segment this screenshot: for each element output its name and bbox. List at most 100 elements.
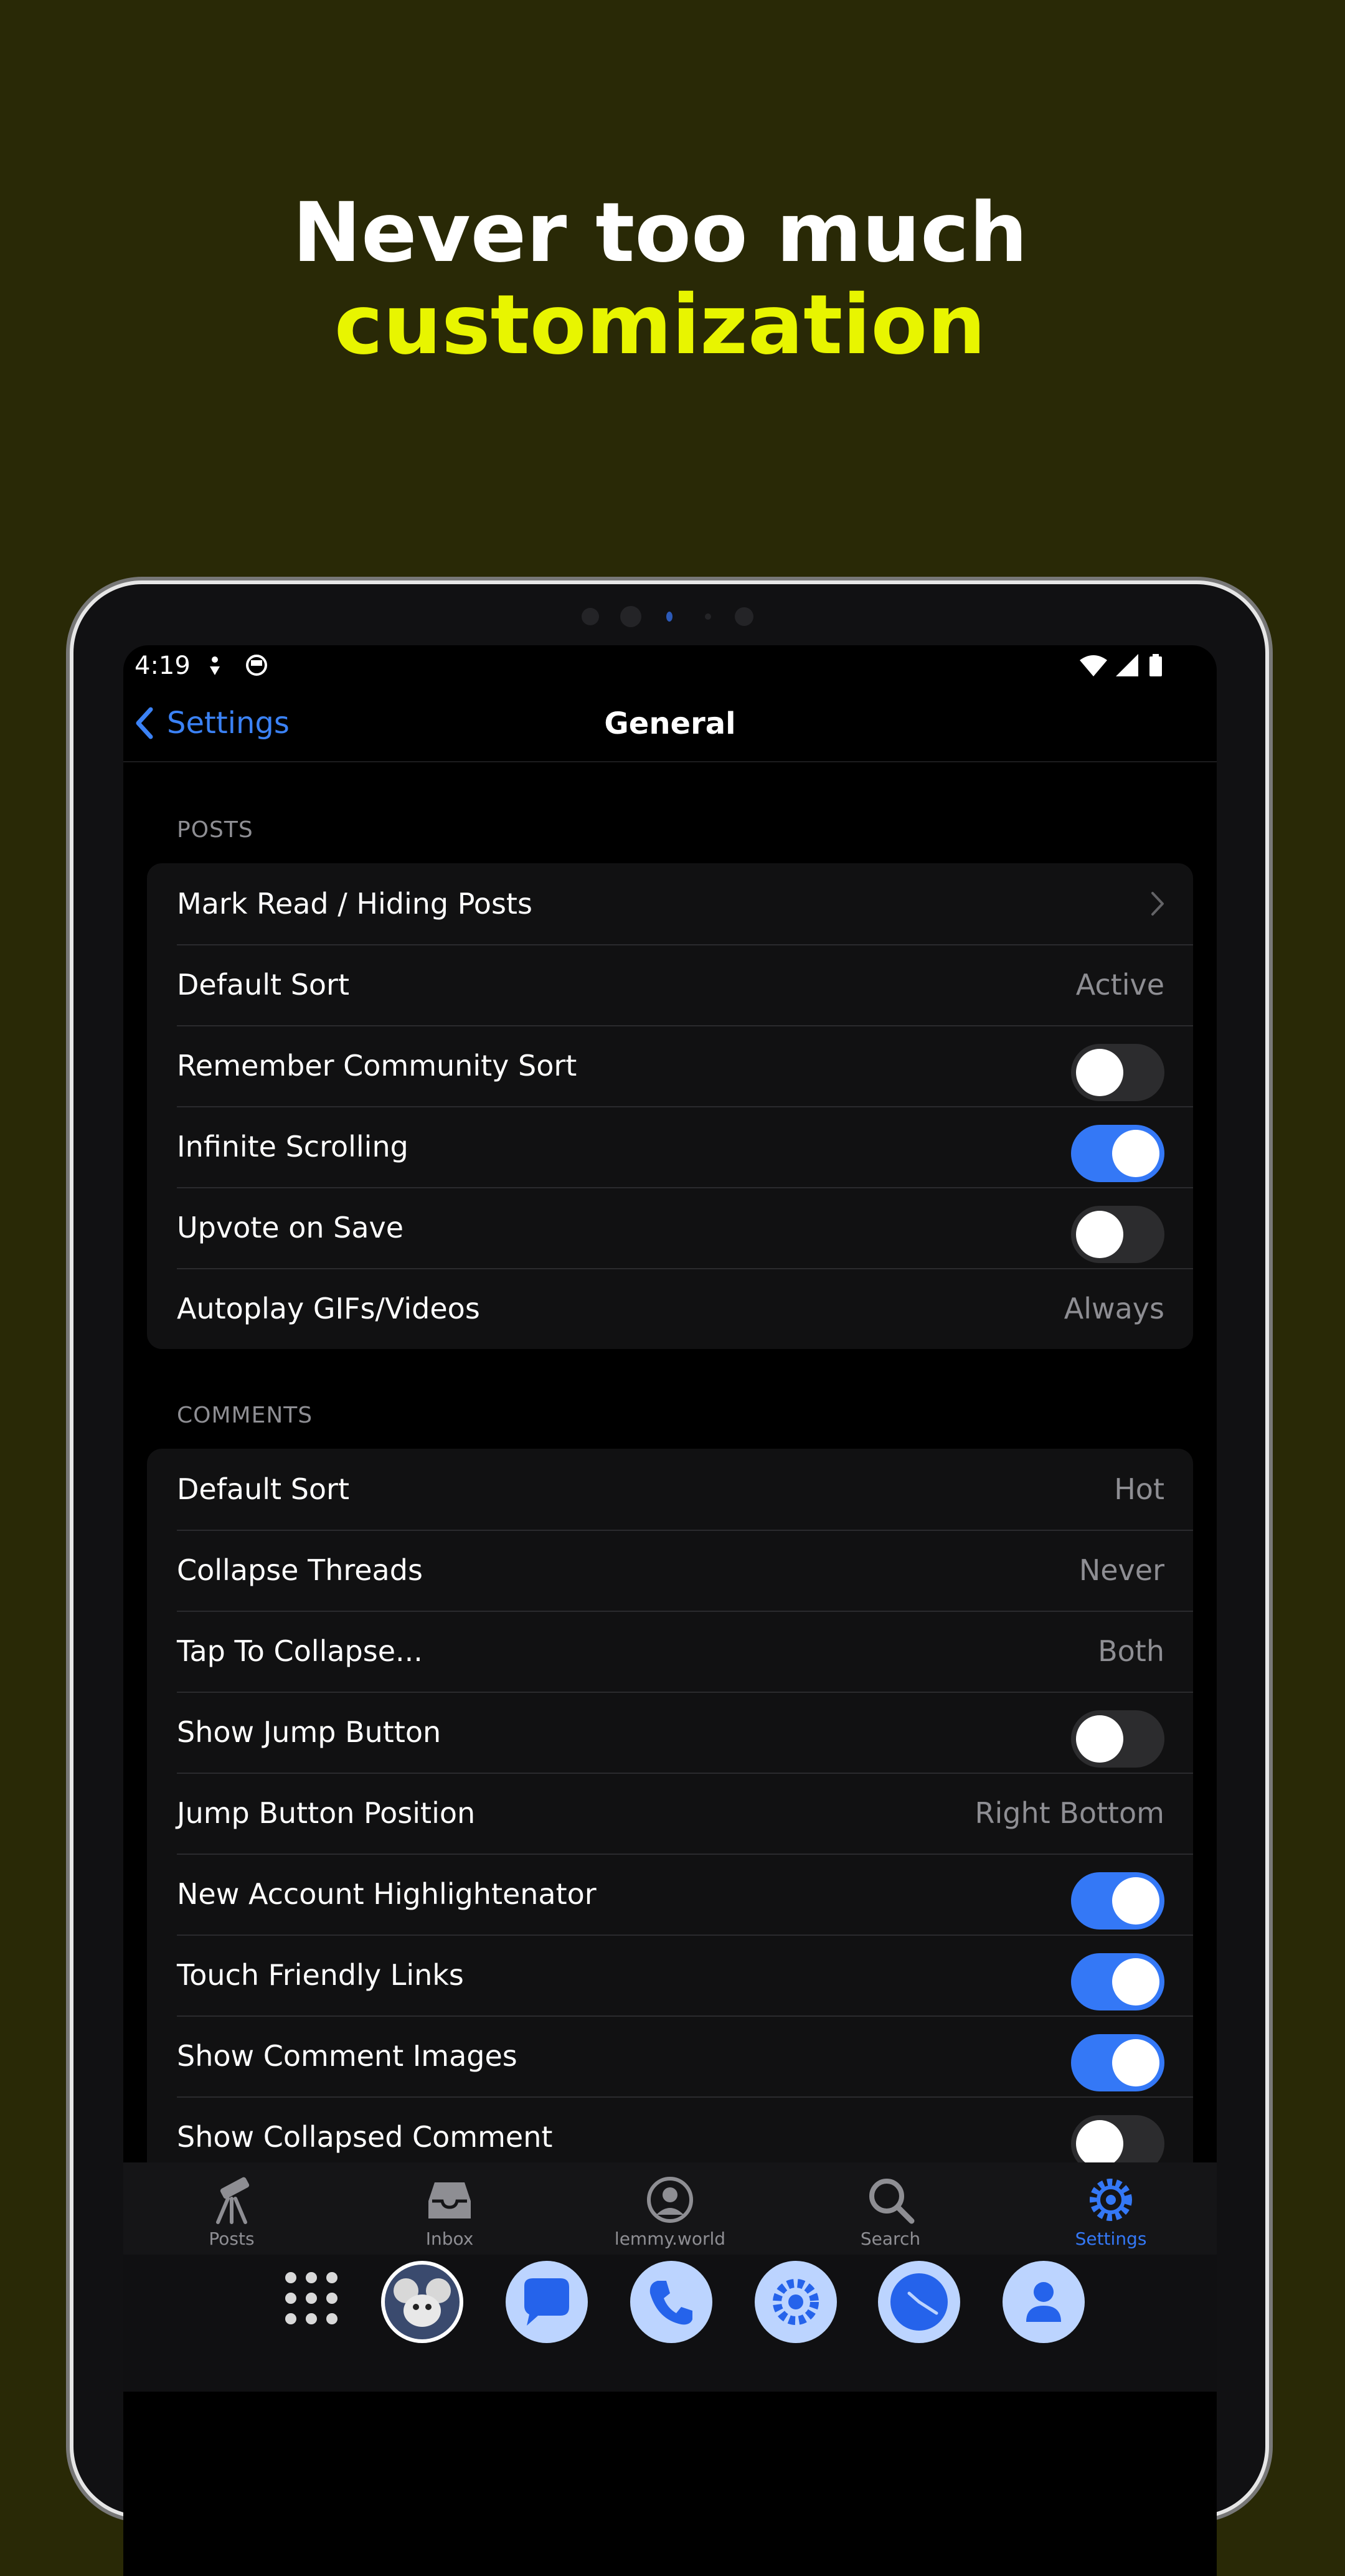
camera-lens-icon (735, 607, 753, 626)
upvote-on-save-toggle[interactable] (1071, 1206, 1164, 1263)
navigation-bar: Settings General (123, 684, 1217, 762)
touch-friendly-links-toggle[interactable] (1071, 1953, 1164, 2010)
remember-community-sort-toggle[interactable] (1071, 1044, 1164, 1101)
tab-bar: Posts Inbox lemmy.world Search Settings (123, 2162, 1217, 2255)
camera-lens-icon (620, 606, 641, 627)
status-bar: 4:19 (123, 645, 1217, 684)
toggle-knob (1076, 1211, 1123, 1258)
row-label: Jump Button Position (177, 1796, 476, 1830)
system-status-icons (1080, 654, 1162, 676)
mouse-avatar-app-icon[interactable] (381, 2261, 463, 2343)
tab-label: Settings (1075, 2228, 1147, 2249)
tab-posts[interactable]: Posts (157, 2162, 306, 2255)
comments-settings-group: Default Sort Hot Collapse Threads Never … (147, 1449, 1193, 2177)
row-show-jump-button: Show Jump Button (147, 1692, 1193, 1773)
status-time: 4:19 (134, 651, 191, 680)
tab-account[interactable]: lemmy.world (595, 2162, 745, 2255)
row-label: Autoplay GIFs/Videos (177, 1292, 480, 1325)
row-label: Default Sort (177, 968, 349, 1002)
row-label: Mark Read / Hiding Posts (177, 887, 532, 921)
posts-settings-group: Mark Read / Hiding Posts Default Sort Ac… (147, 863, 1193, 1349)
mouse-face-icon (394, 2278, 451, 2327)
toggle-knob (1076, 2120, 1123, 2167)
row-value: Active (1075, 968, 1164, 1002)
row-label: Show Comment Images (177, 2039, 517, 2073)
telescope-icon (216, 2177, 250, 2224)
row-value: Hot (1114, 1472, 1164, 1506)
toggle-knob (1076, 1049, 1123, 1096)
camera-dot-icon (582, 608, 599, 625)
app-grid-icon[interactable] (285, 2272, 337, 2324)
row-default-sort-comments[interactable]: Default Sort Hot (147, 1449, 1193, 1530)
row-new-account-highlightenator: New Account Highlightenator (147, 1854, 1193, 1934)
row-autoplay-gifs-videos[interactable]: Autoplay GIFs/Videos Always (147, 1268, 1193, 1349)
notification-app-icon (246, 655, 267, 676)
section-header-comments: COMMENTS (177, 1403, 313, 1428)
person-icon (1026, 2282, 1061, 2322)
launcher-dock (123, 2255, 1217, 2392)
tab-label: Inbox (425, 2228, 474, 2249)
row-label: Show Jump Button (177, 1715, 441, 1749)
clock-icon[interactable] (878, 2261, 960, 2343)
show-comment-images-toggle[interactable] (1071, 2034, 1164, 2091)
inbox-tray-icon (428, 2182, 471, 2218)
tab-label: lemmy.world (614, 2228, 726, 2249)
headline-line-2: customization (334, 277, 986, 373)
row-label: Upvote on Save (177, 1211, 404, 1244)
row-remember-community-sort: Remember Community Sort (147, 1025, 1193, 1106)
row-upvote-on-save: Upvote on Save (147, 1187, 1193, 1268)
handset-icon (649, 2281, 692, 2325)
contacts-icon[interactable] (1003, 2261, 1085, 2343)
row-mark-read-hiding-posts[interactable]: Mark Read / Hiding Posts (147, 863, 1193, 944)
toggle-knob (1112, 2039, 1159, 2086)
notification-person-icon (210, 656, 220, 675)
sensor-icon (666, 612, 672, 622)
row-jump-button-position[interactable]: Jump Button Position Right Bottom (147, 1773, 1193, 1854)
toggle-knob (1112, 1130, 1159, 1177)
toggle-knob (1112, 1877, 1159, 1925)
row-show-comment-images: Show Comment Images (147, 2015, 1193, 2096)
gear-icon (1090, 2179, 1132, 2221)
tab-label: Posts (209, 2228, 255, 2249)
row-label: Touch Friendly Links (177, 1958, 464, 1992)
app-screen: 4:19 Settings General POSTS Mark Read / … (123, 645, 1217, 2576)
promo-headline: Never too much customization (0, 187, 1320, 371)
tablet-frame: 4:19 Settings General POSTS Mark Read / … (73, 584, 1265, 2576)
row-tap-to-collapse[interactable]: Tap To Collapse... Both (147, 1611, 1193, 1692)
gear-icon (773, 2279, 819, 2325)
row-label: New Account Highlightenator (177, 1877, 597, 1911)
section-header-posts: POSTS (177, 817, 253, 843)
row-label: Collapse Threads (177, 1553, 423, 1587)
user-circle-icon (647, 2177, 693, 2223)
settings-app-icon[interactable] (755, 2261, 837, 2343)
row-value: Always (1064, 1292, 1164, 1325)
row-label: Remember Community Sort (177, 1049, 577, 1082)
clock-face-icon (890, 2273, 948, 2331)
chevron-right-icon (1151, 892, 1164, 916)
toggle-knob (1076, 1715, 1123, 1763)
row-value: Both (1098, 1634, 1164, 1668)
row-collapse-threads[interactable]: Collapse Threads Never (147, 1530, 1193, 1611)
row-default-sort-posts[interactable]: Default Sort Active (147, 944, 1193, 1025)
row-label: Infinite Scrolling (177, 1130, 408, 1163)
messages-icon[interactable] (506, 2261, 588, 2343)
row-value: Right Bottom (975, 1796, 1164, 1830)
sensor-dot-icon (705, 613, 711, 620)
highlightenator-toggle[interactable] (1071, 1872, 1164, 1930)
tab-inbox[interactable]: Inbox (375, 2162, 524, 2255)
row-value: Never (1078, 1553, 1164, 1587)
infinite-scrolling-toggle[interactable] (1071, 1125, 1164, 1182)
row-label: Default Sort (177, 1472, 349, 1506)
signal-icon (1116, 654, 1138, 676)
show-jump-button-toggle[interactable] (1071, 1710, 1164, 1768)
tab-search[interactable]: Search (816, 2162, 965, 2255)
headline-line-1: Never too much (292, 185, 1028, 281)
tab-settings[interactable]: Settings (1036, 2162, 1186, 2255)
toggle-knob (1112, 1958, 1159, 2005)
battery-icon (1149, 656, 1162, 676)
row-infinite-scrolling: Infinite Scrolling (147, 1106, 1193, 1187)
search-icon (869, 2179, 915, 2224)
row-label: Tap To Collapse... (177, 1634, 423, 1668)
phone-icon[interactable] (630, 2261, 712, 2343)
wifi-icon (1080, 655, 1107, 676)
